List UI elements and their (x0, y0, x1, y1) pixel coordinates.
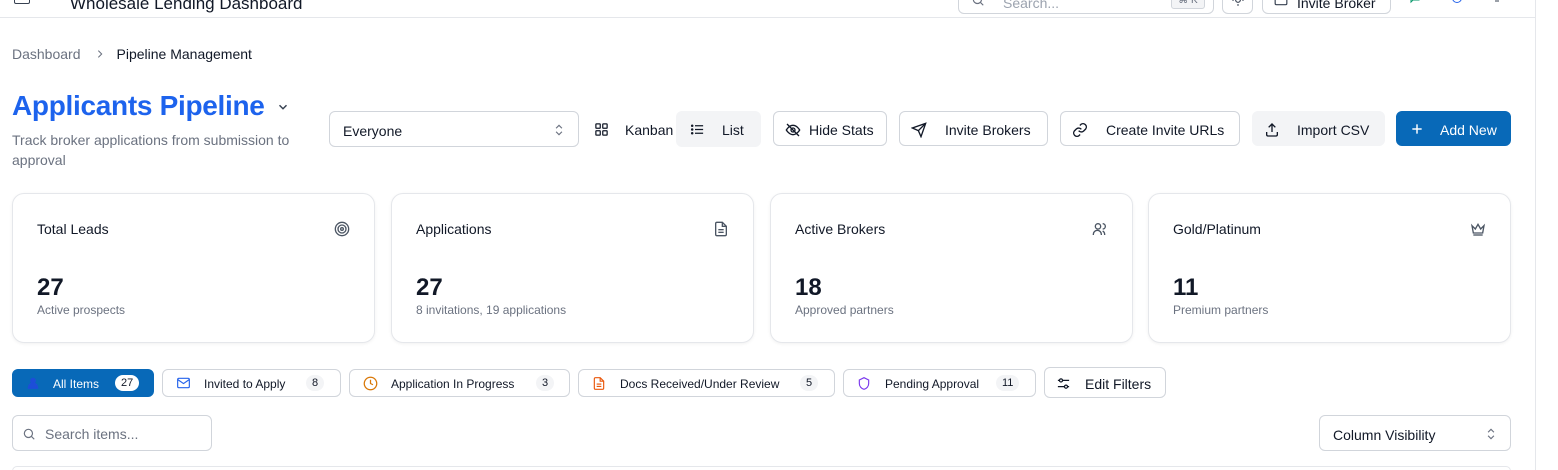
chat-icon[interactable] (1408, 0, 1422, 4)
filter-tab-docs-received[interactable]: Docs Received/Under Review 5 (578, 369, 835, 397)
filter-tab-invited-to-apply[interactable]: Invited to Apply 8 (162, 369, 341, 397)
import-csv-label: Import CSV (1297, 122, 1370, 138)
mail-icon (177, 377, 190, 389)
stat-sub: 8 invitations, 19 applications (416, 303, 567, 317)
stat-value: 11 (1173, 274, 1199, 301)
view-toggle: Kanban List (586, 111, 762, 147)
page-subtitle: Track broker applications from submissio… (12, 132, 290, 168)
filter-tab-count: 11 (996, 375, 1020, 391)
sidebar-toggle-icon[interactable] (14, 0, 30, 4)
filter-tab-all-items[interactable]: All Items 27 (12, 369, 154, 397)
top-bar: Wholesale Lending Dashboard Search... ⌘ … (0, 0, 1535, 18)
view-list-button[interactable]: List (676, 111, 761, 147)
list-icon (690, 124, 704, 135)
invite-brokers-button[interactable]: Invite Brokers (899, 111, 1048, 146)
search-icon (972, 0, 984, 6)
stat-card-total-leads: Total Leads 27 Active prospects (12, 193, 375, 343)
target-icon (334, 221, 350, 237)
filter-tab-label: All Items (53, 377, 100, 391)
view-list-label: List (722, 122, 744, 138)
breadcrumb-dashboard[interactable]: Dashboard (12, 46, 81, 62)
page-title: Applicants Pipeline (12, 90, 265, 121)
breadcrumb-current: Pipeline Management (116, 46, 252, 62)
theme-toggle-button[interactable] (1222, 0, 1253, 14)
owner-select[interactable]: Everyone (329, 111, 579, 147)
filter-tab-count: 3 (536, 375, 555, 391)
crown-icon (1470, 222, 1486, 236)
invite-broker-top-button[interactable]: Invite Broker (1262, 0, 1391, 14)
user-icon (27, 377, 39, 389)
invite-brokers-label: Invite Brokers (945, 122, 1031, 138)
send-icon (911, 122, 927, 138)
eye-off-icon (785, 123, 801, 137)
hide-stats-label: Hide Stats (809, 122, 874, 138)
help-icon[interactable] (1450, 0, 1464, 4)
hide-stats-button[interactable]: Hide Stats (773, 111, 887, 146)
file-icon (593, 377, 605, 390)
filter-tab-label: Pending Approval (885, 377, 980, 391)
stat-value: 18 (795, 274, 822, 301)
link-icon (1073, 123, 1087, 137)
add-new-label: Add New (1440, 122, 1497, 138)
filter-tab-application-in-progress[interactable]: Application In Progress 3 (349, 369, 570, 397)
stat-sub: Active prospects (37, 303, 126, 317)
stat-card-gold-platinum: Gold/Platinum 11 Premium partners (1148, 193, 1511, 343)
upload-icon (1266, 123, 1278, 137)
create-invite-urls-button[interactable]: Create Invite URLs (1060, 111, 1240, 146)
stat-value: 27 (416, 274, 443, 301)
plus-icon (1412, 124, 1422, 134)
clock-icon (363, 376, 378, 391)
search-shortcut: ⌘ K (1171, 0, 1205, 9)
filter-tab-pending-approval[interactable]: Pending Approval 11 (843, 369, 1036, 397)
view-kanban-label: Kanban (625, 122, 674, 138)
user-plus-icon (1274, 0, 1288, 6)
search-items-input[interactable] (45, 424, 205, 444)
stat-card-active-brokers: Active Brokers 18 Approved partners (770, 193, 1133, 343)
breadcrumb: Dashboard Pipeline Management (12, 46, 252, 62)
stat-label: Active Brokers (795, 221, 886, 237)
stat-label: Applications (416, 221, 492, 237)
edit-filters-label: Edit Filters (1085, 376, 1152, 392)
grid-icon (595, 123, 608, 136)
owner-select-value: Everyone (343, 123, 403, 139)
stat-sub: Approved partners (795, 303, 894, 317)
add-new-button[interactable]: Add New (1396, 111, 1511, 146)
column-visibility-select[interactable]: Column Visibility (1319, 415, 1511, 451)
data-table (12, 466, 1511, 470)
scrollbar-track[interactable] (1535, 0, 1536, 470)
chevrons-up-down-icon (555, 124, 563, 136)
global-search-placeholder: Search... (1003, 0, 1060, 11)
search-items-field[interactable] (12, 415, 212, 451)
app-title: Wholesale Lending Dashboard (70, 0, 303, 13)
chevrons-up-down-icon (1487, 428, 1495, 440)
stat-label: Gold/Platinum (1173, 221, 1261, 237)
create-invite-urls-label: Create Invite URLs (1106, 122, 1225, 138)
search-icon (23, 428, 35, 440)
edit-filters-button[interactable]: Edit Filters (1044, 367, 1166, 398)
settings-icon[interactable] (1490, 0, 1504, 4)
filter-tab-label: Invited to Apply (204, 377, 286, 391)
view-kanban-button[interactable]: Kanban (586, 111, 676, 147)
stat-card-applications: Applications 27 8 invitations, 19 applic… (391, 193, 754, 343)
sliders-icon (1057, 378, 1070, 389)
users-icon (1092, 223, 1106, 235)
stat-sub: Premium partners (1173, 303, 1269, 317)
chevron-down-icon[interactable] (276, 100, 290, 114)
global-search-input[interactable]: Search... ⌘ K (958, 0, 1214, 14)
shield-icon (858, 377, 870, 390)
stat-label: Total Leads (37, 221, 109, 237)
chevron-right-icon (95, 49, 105, 59)
import-csv-button[interactable]: Import CSV (1252, 111, 1385, 146)
column-visibility-label: Column Visibility (1333, 427, 1436, 443)
filter-tab-label: Application In Progress (391, 377, 515, 391)
document-icon (715, 221, 727, 237)
filter-tab-count: 8 (306, 375, 325, 391)
filter-tab-count: 5 (800, 375, 819, 391)
stat-value: 27 (37, 274, 64, 301)
filter-tab-count: 27 (115, 375, 140, 391)
filter-tab-label: Docs Received/Under Review (620, 377, 780, 391)
invite-broker-top-label: Invite Broker (1297, 0, 1376, 11)
sun-icon (1232, 0, 1244, 6)
